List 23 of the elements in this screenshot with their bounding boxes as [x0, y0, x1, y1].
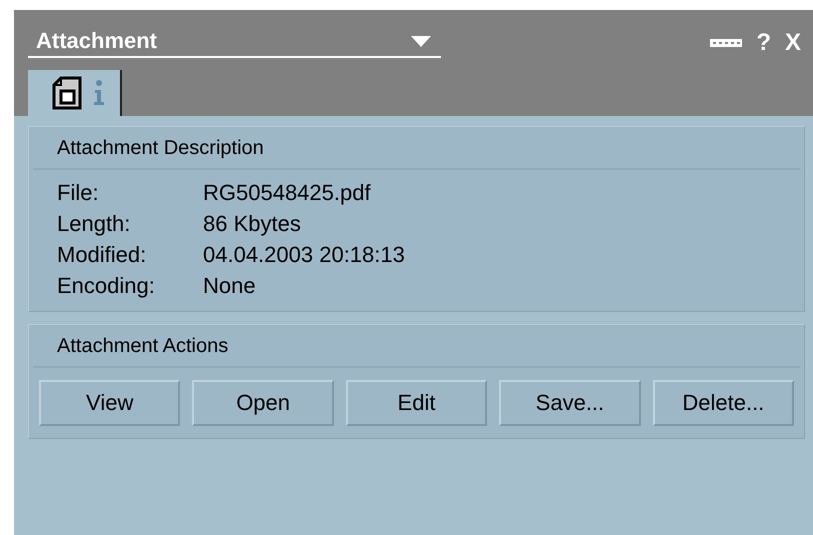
info-icon [92, 79, 106, 107]
toolbar-icon[interactable] [710, 39, 742, 47]
section-heading: Attachment Actions [33, 325, 800, 368]
field-label: Length: [57, 211, 132, 237]
panel-title-dropdown[interactable]: Attachment [28, 28, 441, 58]
help-button[interactable]: ? [756, 29, 771, 57]
action-button[interactable]: Open [192, 380, 334, 426]
action-button[interactable]: View [39, 380, 180, 426]
field-value: RG50548425.pdf [203, 180, 372, 206]
field-value: 86 Kbytes [203, 211, 302, 237]
action-button[interactable]: Delete... [652, 380, 794, 426]
field-value: None [203, 273, 257, 299]
action-button[interactable]: Edit [346, 380, 488, 426]
action-button[interactable]: Save... [499, 380, 641, 426]
section-heading: Attachment Description [33, 127, 800, 170]
close-button[interactable]: X [784, 29, 801, 57]
field-label: File: [57, 180, 100, 206]
field-label: Encoding: [57, 273, 156, 299]
field-label: Modified: [57, 242, 148, 268]
tab[interactable] [28, 70, 122, 116]
field-value: 04.04.2003 20:18:13 [203, 242, 406, 268]
document-icon [52, 76, 82, 110]
caret-icon [411, 36, 431, 46]
